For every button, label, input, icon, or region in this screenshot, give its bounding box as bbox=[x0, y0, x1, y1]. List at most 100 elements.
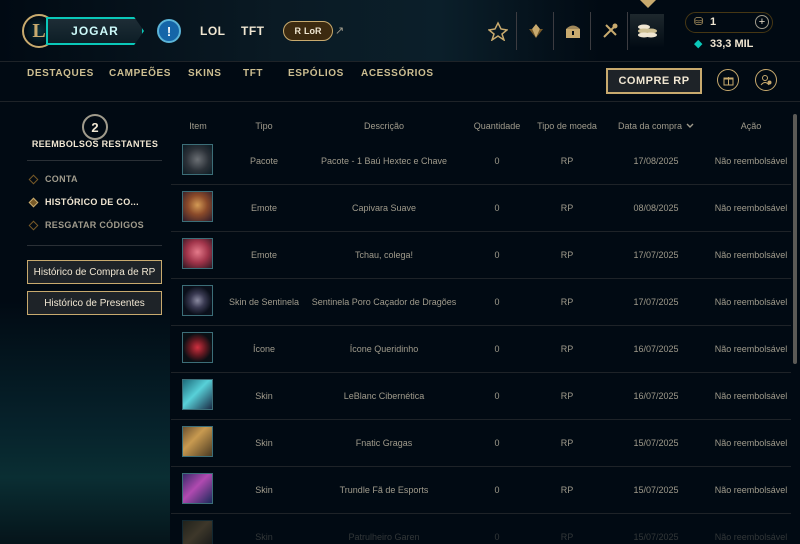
top-bar: L JOGAR ! LOL TFT R LoR ↗ ⛁ 1 + ◆ 33,3 M… bbox=[0, 0, 800, 62]
cell-date: 15/07/2025 bbox=[633, 532, 679, 542]
table-header: Item Tipo Descrição Quantidade Tipo de m… bbox=[171, 118, 791, 138]
cell-date: 17/08/2025 bbox=[633, 156, 679, 166]
gift-history-button[interactable]: Histórico de Presentes bbox=[27, 291, 162, 315]
subnav-loot[interactable]: ESPÓLIOS bbox=[288, 68, 344, 79]
cell-quantity: 0 bbox=[494, 485, 500, 495]
header-item: Item bbox=[189, 121, 207, 131]
cell-type: Skin bbox=[255, 532, 273, 542]
cell-date: 16/07/2025 bbox=[633, 344, 679, 354]
cell-quantity: 0 bbox=[494, 156, 500, 166]
table-row[interactable]: Skin LeBlanc Cibernética 0 RP 16/07/2025 Não … bbox=[171, 373, 791, 420]
lor-button[interactable]: R LoR bbox=[283, 21, 333, 41]
item-thumbnail bbox=[182, 285, 213, 316]
cell-type: Emote bbox=[250, 203, 277, 213]
rp-purchase-history-button[interactable]: Histórico de Compra de RP bbox=[27, 260, 162, 284]
sidebar-item-label: RESGATAR CÓDIGOS bbox=[45, 220, 144, 230]
item-thumbnail bbox=[182, 144, 213, 175]
diamond-icon bbox=[28, 174, 39, 184]
alert-icon[interactable]: ! bbox=[157, 19, 181, 43]
cell-currency: RP bbox=[560, 532, 574, 542]
table-row[interactable]: Skin de Sentinela Sentinela Poro Caçador … bbox=[171, 279, 791, 326]
subnav-featured[interactable]: DESTAQUES bbox=[27, 68, 94, 79]
sidebar-item-account[interactable]: CONTA bbox=[28, 174, 78, 184]
cell-action: Não reembolsável bbox=[714, 438, 788, 448]
cell-date: 08/08/2025 bbox=[633, 203, 679, 213]
item-thumbnail bbox=[182, 332, 213, 363]
buy-rp-button[interactable]: COMPRE RP bbox=[606, 68, 702, 94]
subnav-accessories[interactable]: ACESSÓRIOS bbox=[361, 68, 434, 79]
nav-tft[interactable]: TFT bbox=[241, 24, 265, 38]
subnav-champions[interactable]: CAMPEÕES bbox=[109, 68, 171, 79]
table-row[interactable]: Skin Trundle Fã de Esports 0 RP 15/07/2025 Nã… bbox=[171, 467, 791, 514]
play-button[interactable]: JOGAR bbox=[46, 17, 144, 45]
header-date: Data da compra bbox=[617, 121, 683, 131]
table-row[interactable]: Ícone Ícone Queridinho 0 RP 16/07/2025 Não re… bbox=[171, 326, 791, 373]
store-icon[interactable] bbox=[630, 14, 664, 48]
header-description: Descrição bbox=[363, 121, 404, 131]
cell-quantity: 0 bbox=[494, 532, 500, 542]
gift-icon[interactable] bbox=[717, 69, 739, 91]
collection-icon[interactable] bbox=[519, 14, 553, 48]
cell-action: Não reembolsável bbox=[714, 485, 788, 495]
cell-quantity: 0 bbox=[494, 438, 500, 448]
table-row[interactable]: Emote Capivara Suave 0 RP 08/08/2025 Não reem… bbox=[171, 185, 791, 232]
sidebar-item-label: HISTÓRICO DE CO... bbox=[45, 197, 139, 207]
cell-description: Ícone Queridinho bbox=[349, 344, 419, 354]
diamond-icon bbox=[28, 220, 39, 230]
subnav-tft[interactable]: TFT bbox=[243, 68, 263, 79]
cell-date: 17/07/2025 bbox=[633, 297, 679, 307]
sidebar-item-redeem-codes[interactable]: RESGATAR CÓDIGOS bbox=[28, 220, 144, 230]
cell-type: Skin bbox=[255, 438, 273, 448]
sidebar-item-purchase-history[interactable]: HISTÓRICO DE CO... bbox=[28, 197, 139, 207]
champion-icon[interactable] bbox=[593, 14, 627, 48]
add-rp-icon[interactable]: + bbox=[755, 15, 769, 29]
table-row[interactable]: Pacote Pacote - 1 Baú Hextec e Chave 0 RP 17… bbox=[171, 138, 791, 185]
cell-description: Capivara Suave bbox=[351, 203, 417, 213]
header-currency: Tipo de moeda bbox=[537, 121, 597, 131]
header-type: Tipo bbox=[255, 121, 273, 131]
cell-action: Não reembolsável bbox=[714, 532, 788, 542]
cell-action: Não reembolsável bbox=[714, 250, 788, 260]
cell-currency: RP bbox=[560, 344, 574, 354]
cell-type: Ícone bbox=[252, 344, 276, 354]
cell-action: Não reembolsável bbox=[714, 156, 788, 166]
cell-date: 15/07/2025 bbox=[633, 438, 679, 448]
table-row[interactable]: Skin Patrulheiro Garen 0 RP 15/07/2025 Não re… bbox=[171, 514, 791, 544]
header-quantity: Quantidade bbox=[473, 121, 521, 131]
ranked-icon[interactable] bbox=[481, 14, 515, 48]
cell-quantity: 0 bbox=[494, 344, 500, 354]
cell-description: LeBlanc Cibernética bbox=[343, 391, 425, 401]
cell-description: Trundle Fã de Esports bbox=[339, 485, 429, 495]
store-subnav: DESTAQUES CAMPEÕES SKINS TFT ESPÓLIOS AC… bbox=[0, 62, 800, 102]
blue-essence-balance: 33,3 MIL bbox=[710, 38, 754, 50]
cell-action: Não reembolsável bbox=[714, 297, 788, 307]
table-row[interactable]: Emote Tchau, colega! 0 RP 17/07/2025 Não reem… bbox=[171, 232, 791, 279]
diamond-icon bbox=[28, 197, 39, 207]
scrollbar[interactable] bbox=[793, 114, 797, 364]
cell-action: Não reembolsável bbox=[714, 203, 788, 213]
item-thumbnail bbox=[182, 520, 213, 544]
external-link-icon: ↗ bbox=[335, 25, 345, 37]
cell-description: Tchau, colega! bbox=[354, 250, 414, 260]
item-thumbnail bbox=[182, 191, 213, 222]
item-thumbnail bbox=[182, 379, 213, 410]
cell-description: Patrulheiro Garen bbox=[348, 532, 420, 542]
sidebar-item-label: CONTA bbox=[45, 174, 78, 184]
purchase-history-table: Item Tipo Descrição Quantidade Tipo de m… bbox=[171, 102, 800, 544]
cell-description: Fnatic Gragas bbox=[355, 438, 413, 448]
refunds-label: REEMBOLSOS RESTANTES bbox=[31, 139, 159, 149]
cell-type: Skin de Sentinela bbox=[229, 297, 300, 307]
nav-lol[interactable]: LOL bbox=[200, 24, 226, 38]
nav-divider bbox=[590, 12, 591, 50]
header-action: Ação bbox=[740, 121, 762, 131]
account-icon[interactable] bbox=[755, 69, 777, 91]
subnav-skins[interactable]: SKINS bbox=[188, 68, 222, 79]
cell-currency: RP bbox=[560, 297, 574, 307]
table-row[interactable]: Skin Fnatic Gragas 0 RP 15/07/2025 Não reembo… bbox=[171, 420, 791, 467]
cell-description: Pacote - 1 Baú Hextec e Chave bbox=[320, 156, 448, 166]
loot-icon[interactable] bbox=[556, 14, 590, 48]
cell-currency: RP bbox=[560, 485, 574, 495]
cell-type: Skin bbox=[255, 485, 273, 495]
header-date-sort[interactable]: Data da compra bbox=[611, 121, 701, 131]
cell-type: Emote bbox=[250, 250, 277, 260]
